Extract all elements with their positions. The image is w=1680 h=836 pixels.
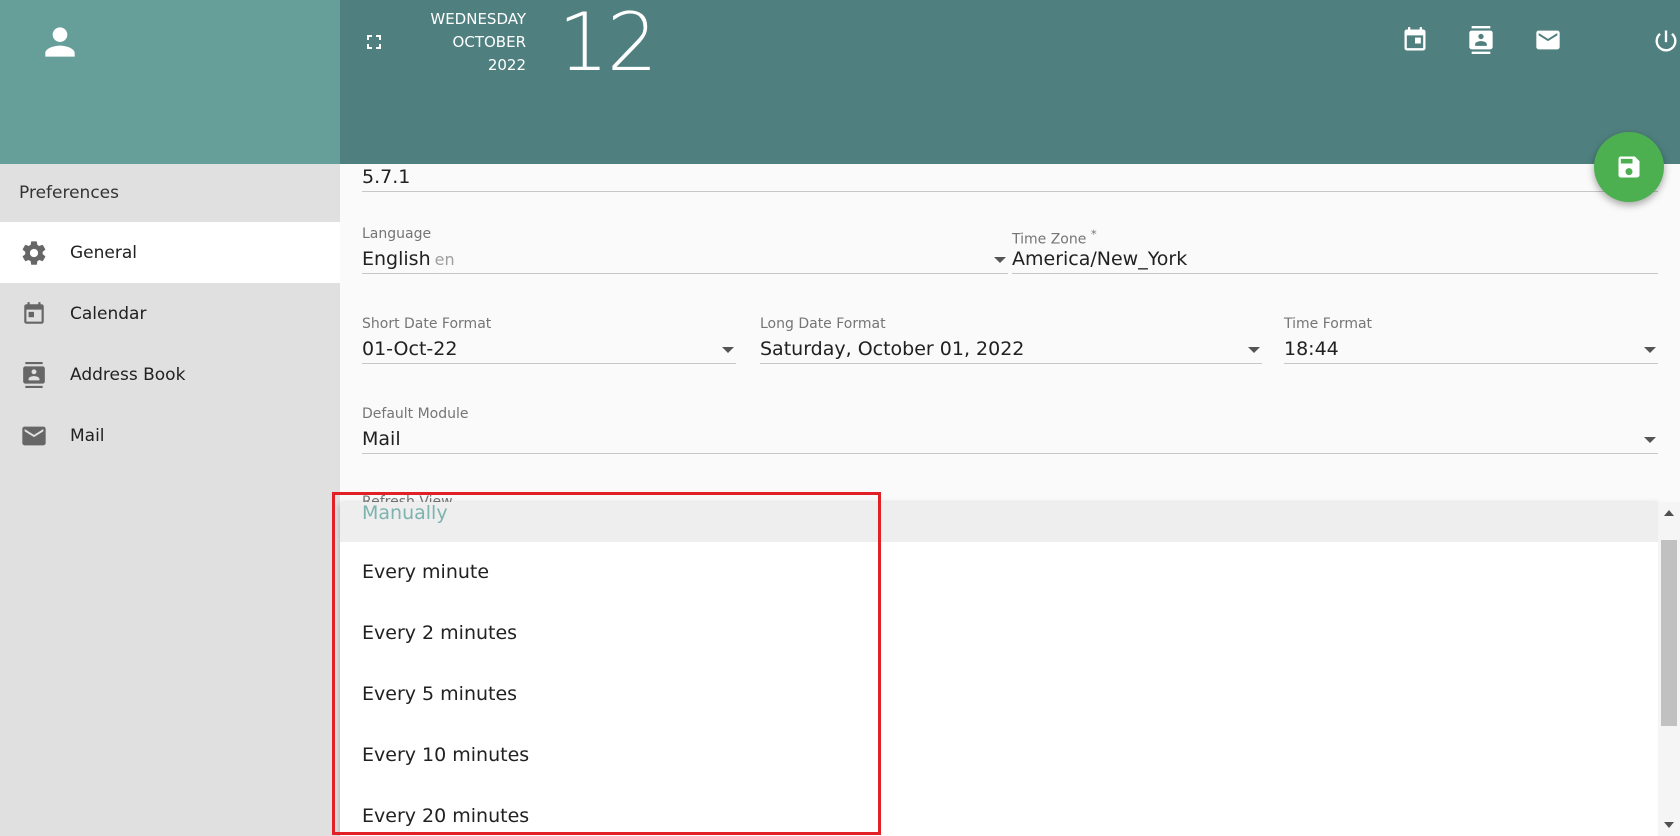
timezone-field[interactable]: Time Zone * America/New_York	[1012, 224, 1658, 274]
date-display: WEDNESDAY OCTOBER 2022	[420, 8, 526, 77]
weekday-text: WEDNESDAY	[430, 10, 526, 28]
calendar-icon	[20, 300, 48, 328]
fullscreen-icon[interactable]	[362, 30, 386, 54]
sidebar-item-label: Address Book	[70, 364, 186, 385]
mail-icon	[20, 422, 48, 450]
contacts-icon	[20, 361, 48, 389]
long-date-field[interactable]: Long Date Format Saturday, October 01, 2…	[760, 314, 1262, 364]
preferences-form: 5.7.1 Language English en Time Zone * Ame…	[340, 164, 1680, 836]
sidebar-item-mail[interactable]: Mail	[0, 405, 340, 466]
mail-icon[interactable]	[1534, 26, 1562, 54]
dropdown-option[interactable]: Every minute	[340, 542, 1658, 603]
sidebar-item-address-book[interactable]: Address Book	[0, 344, 340, 405]
short-date-value: 01-Oct-22	[362, 338, 458, 360]
chevron-down-icon	[1644, 347, 1656, 353]
dropdown-option[interactable]: Every 10 minutes	[340, 725, 1658, 786]
default-module-field[interactable]: Default Module Mail	[362, 404, 1658, 454]
dropdown-option[interactable]: Manually	[340, 502, 1658, 542]
time-format-value: 18:44	[1284, 338, 1339, 360]
default-module-select[interactable]: Mail	[362, 424, 1658, 454]
short-date-select[interactable]: 01-Oct-22	[362, 334, 736, 364]
year-text: 2022	[487, 56, 526, 74]
save-icon	[1618, 156, 1640, 178]
short-date-field[interactable]: Short Date Format 01-Oct-22	[362, 314, 736, 364]
sidebar-user-panel	[0, 0, 340, 164]
language-code: en	[434, 250, 455, 269]
timezone-input[interactable]: America/New_York	[1012, 244, 1658, 274]
long-date-value: Saturday, October 01, 2022	[760, 338, 1025, 360]
sidebar-item-label: General	[70, 242, 137, 263]
version-value: 5.7.1	[362, 162, 1658, 192]
power-icon[interactable]	[1652, 26, 1680, 56]
dropdown-option[interactable]: Every 2 minutes	[340, 603, 1658, 664]
scroll-up-arrow-icon[interactable]	[1664, 510, 1674, 516]
sidebar-item-label: Mail	[70, 425, 105, 446]
default-module-label: Default Module	[362, 406, 469, 422]
dropdown-option[interactable]: Every 20 minutes	[340, 786, 1658, 836]
scrollbar-thumb[interactable]	[1661, 540, 1677, 726]
language-field[interactable]: Language English en	[362, 224, 1008, 274]
sidebar-item-label: Calendar	[70, 303, 147, 324]
timezone-label: Time Zone *	[1012, 227, 1097, 248]
time-format-label: Time Format	[1284, 316, 1373, 332]
language-value: English	[362, 248, 431, 270]
user-avatar-icon[interactable]	[38, 20, 82, 64]
language-label: Language	[362, 226, 432, 242]
time-format-field[interactable]: Time Format 18:44	[1284, 314, 1658, 364]
chevron-down-icon	[1644, 437, 1656, 443]
day-number: 12	[558, 0, 658, 89]
language-select[interactable]: English en	[362, 244, 1008, 274]
gear-icon	[20, 239, 48, 267]
required-mark: *	[1090, 227, 1097, 241]
scroll-down-arrow-icon[interactable]	[1664, 822, 1674, 828]
version-field: 5.7.1	[362, 162, 1658, 192]
long-date-label: Long Date Format	[760, 316, 886, 332]
refresh-view-dropdown[interactable]: Manually Every minute Every 2 minutes Ev…	[340, 502, 1658, 836]
contacts-icon[interactable]	[1467, 26, 1495, 54]
dropdown-scrollbar[interactable]	[1658, 502, 1680, 836]
long-date-select[interactable]: Saturday, October 01, 2022	[760, 334, 1262, 364]
time-format-select[interactable]: 18:44	[1284, 334, 1658, 364]
sidebar-header: Preferences	[19, 183, 119, 203]
chevron-down-icon	[994, 257, 1006, 263]
short-date-label: Short Date Format	[362, 316, 492, 332]
sidebar-item-general[interactable]: General	[0, 222, 340, 283]
month-text: OCTOBER	[452, 33, 526, 51]
chevron-down-icon	[1248, 347, 1260, 353]
default-module-value: Mail	[362, 428, 401, 450]
save-button[interactable]	[1594, 132, 1664, 202]
chevron-down-icon	[722, 347, 734, 353]
sidebar-item-calendar[interactable]: Calendar	[0, 283, 340, 344]
sidebar: Preferences General Calendar Address Boo…	[0, 0, 340, 836]
top-bar: WEDNESDAY OCTOBER 2022 12	[340, 0, 1680, 164]
calendar-icon[interactable]	[1401, 26, 1429, 54]
dropdown-option[interactable]: Every 5 minutes	[340, 664, 1658, 725]
